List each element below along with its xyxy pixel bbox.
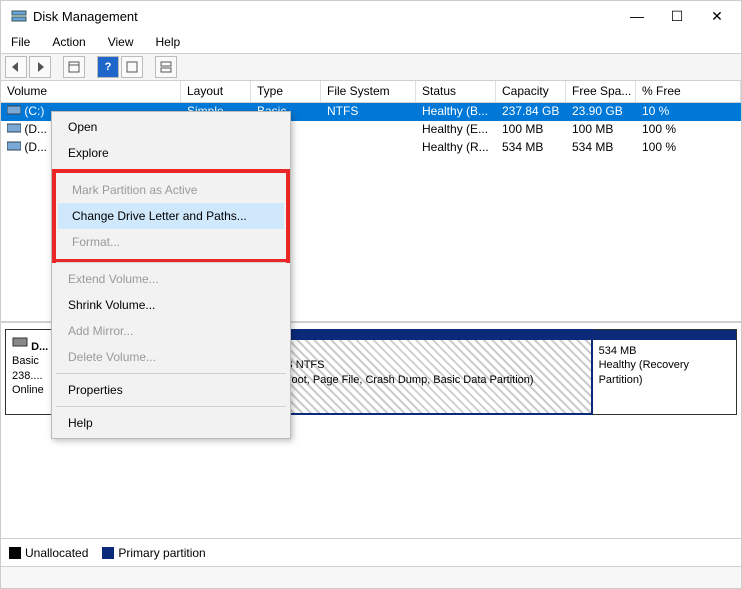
col-type[interactable]: Type — [251, 81, 321, 102]
col-status[interactable]: Status — [416, 81, 496, 102]
forward-button[interactable] — [29, 56, 51, 78]
menu-help[interactable]: Help — [152, 33, 185, 51]
disk-management-window: Disk Management — ☐ ✕ File Action View H… — [0, 0, 742, 589]
toolbar-btn-1[interactable] — [63, 56, 85, 78]
highlight-box: Mark Partition as Active Change Drive Le… — [52, 169, 290, 263]
ctx-shrink[interactable]: Shrink Volume... — [54, 292, 288, 318]
ctx-properties[interactable]: Properties — [54, 377, 288, 403]
status-bar — [1, 566, 741, 588]
ctx-mark-active: Mark Partition as Active — [58, 177, 284, 203]
ctx-explore[interactable]: Explore — [54, 140, 288, 166]
ctx-extend: Extend Volume... — [54, 266, 288, 292]
menu-action[interactable]: Action — [48, 33, 89, 51]
col-capacity[interactable]: Capacity — [496, 81, 566, 102]
app-icon — [11, 8, 27, 24]
window-buttons: — ☐ ✕ — [617, 2, 737, 30]
col-layout[interactable]: Layout — [181, 81, 251, 102]
col-filesystem[interactable]: File System — [321, 81, 416, 102]
minimize-button[interactable]: — — [617, 2, 657, 30]
toolbar: ? — [1, 53, 741, 81]
toolbar-btn-2[interactable] — [121, 56, 143, 78]
window-title: Disk Management — [33, 9, 617, 24]
context-menu: Open Explore Mark Partition as Active Ch… — [51, 111, 291, 439]
menu-file[interactable]: File — [7, 33, 34, 51]
col-free[interactable]: Free Spa... — [566, 81, 636, 102]
disk-icon — [12, 341, 28, 353]
drive-icon — [7, 140, 21, 155]
legend: Unallocated Primary partition — [1, 538, 741, 566]
ctx-open[interactable]: Open — [54, 114, 288, 140]
legend-unallocated: Unallocated — [9, 546, 88, 560]
partition[interactable]: 534 MB Healthy (Recovery Partition) — [593, 329, 737, 415]
toolbar-btn-3[interactable] — [155, 56, 177, 78]
drive-icon — [7, 122, 21, 137]
menubar: File Action View Help — [1, 31, 741, 53]
vol-name: (C:) — [24, 104, 44, 118]
col-volume[interactable]: Volume — [1, 81, 181, 102]
close-button[interactable]: ✕ — [697, 2, 737, 30]
vol-name: (D... — [24, 140, 47, 154]
drive-icon — [7, 104, 21, 119]
legend-primary: Primary partition — [102, 546, 205, 560]
menu-view[interactable]: View — [104, 33, 138, 51]
ctx-change-drive-letter[interactable]: Change Drive Letter and Paths... — [58, 203, 284, 229]
maximize-button[interactable]: ☐ — [657, 2, 697, 30]
ctx-delete: Delete Volume... — [54, 344, 288, 370]
help-btn[interactable]: ? — [97, 56, 119, 78]
back-button[interactable] — [5, 56, 27, 78]
titlebar: Disk Management — ☐ ✕ — [1, 1, 741, 31]
ctx-mirror: Add Mirror... — [54, 318, 288, 344]
volume-list-header: Volume Layout Type File System Status Ca… — [1, 81, 741, 103]
vol-name: (D... — [24, 122, 47, 136]
ctx-format: Format... — [58, 229, 284, 255]
col-pctfree[interactable]: % Free — [636, 81, 741, 102]
ctx-help[interactable]: Help — [54, 410, 288, 436]
